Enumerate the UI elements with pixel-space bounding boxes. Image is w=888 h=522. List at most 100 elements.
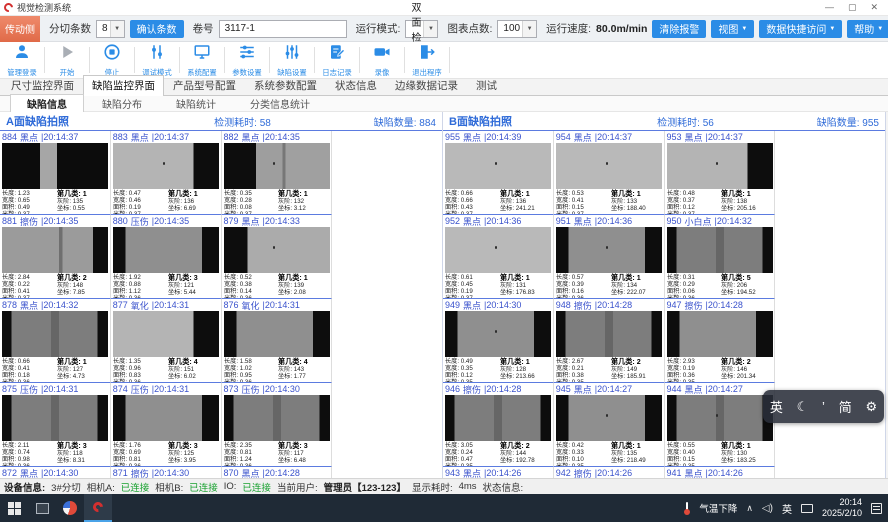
defect-settings-button[interactable]: 缺陷设置	[270, 42, 314, 78]
roll-no-input[interactable]	[219, 20, 347, 38]
task-view-button[interactable]	[28, 494, 56, 522]
record-video-button[interactable]: 录像	[360, 42, 404, 78]
defect-type: 小白点	[685, 215, 712, 228]
param-settings-button[interactable]: 参数设置	[225, 42, 269, 78]
defect-cell[interactable]: 949 黑点 |20:14:30 长度: 0.49 宽度: 0.35 面积: 0…	[443, 299, 554, 383]
exit-program-button[interactable]: 退出程序	[405, 42, 449, 78]
defect-cell[interactable]: 954 黑点 |20:14:37 长度: 0.53 宽度: 0.41 面积: 0…	[554, 131, 665, 215]
defect-cell[interactable]: 953 黑点 |20:14:37 长度: 0.48 宽度: 0.37 面积: 0…	[665, 131, 776, 215]
subtab-defect-stats[interactable]: 缺陷统计	[160, 95, 232, 112]
defect-cell[interactable]: 878 黑点 |20:14:32 长度: 0.66 宽度: 0.41 面积: 0…	[0, 299, 111, 383]
defect-image	[113, 227, 219, 273]
defect-cell[interactable]: 876 氧化 |20:14:31 长度: 1.58 宽度: 1.02 面积: 0…	[222, 299, 333, 383]
defect-cell[interactable]: 952 黑点 |20:14:36 长度: 0.61 宽度: 0.45 面积: 0…	[443, 215, 554, 299]
confirm-count-button[interactable]: 确认条数	[130, 20, 184, 38]
defect-type: 擦伤	[20, 215, 38, 228]
tab-size-monitor[interactable]: 尺寸监控界面	[2, 75, 83, 95]
ime-english-toggle[interactable]: 英	[770, 397, 783, 416]
stop-icon	[103, 43, 121, 66]
defect-cell[interactable]: 881 擦伤 |20:14:35 长度: 2.84 宽度: 0.22 面积: 0…	[0, 215, 111, 299]
defect-cell[interactable]: 883 黑点 |20:14:37 长度: 0.47 宽度: 0.46 面积: 0…	[111, 131, 222, 215]
camera-a-label: 相机A:	[87, 480, 115, 494]
defect-width: 宽度: 0.29	[667, 281, 719, 288]
defect-cell[interactable]: 947 擦伤 |20:14:28 长度: 2.93 宽度: 0.19 面积: 0…	[665, 299, 776, 383]
chevron-down-icon: ▼	[877, 26, 883, 32]
browser-taskbar-button[interactable]	[56, 494, 84, 522]
input-language-indicator[interactable]: 英	[782, 501, 792, 516]
tab-status-info[interactable]: 状态信息	[326, 75, 386, 95]
defect-id: 884	[2, 132, 17, 142]
defect-cell[interactable]: 879 黑点 |20:14:33 长度: 0.52 宽度: 0.38 面积: 0…	[222, 215, 333, 299]
log-record-button[interactable]: 日志记录	[315, 42, 359, 78]
exit-icon	[418, 43, 436, 66]
thermometer-icon[interactable]	[684, 502, 690, 515]
slit-count-select[interactable]: 8 ▼	[96, 20, 125, 38]
clear-alarm-button[interactable]: 清除报警	[652, 20, 706, 38]
data-shortcut-menu-button[interactable]: 数据快捷访问▼	[759, 20, 842, 38]
defect-type: 黑点	[463, 299, 481, 312]
close-button[interactable]: ✕	[870, 2, 878, 13]
taskbar-clock[interactable]: 20:14 2025/2/10	[822, 497, 862, 519]
weather-text[interactable]: 气温下降	[699, 501, 737, 515]
inspection-app-taskbar-button[interactable]	[84, 494, 112, 522]
tab-test[interactable]: 测试	[467, 75, 506, 95]
defect-class: 第几类: 3	[168, 442, 216, 450]
defect-length: 长度: 2.93	[667, 358, 719, 365]
notification-center-icon[interactable]	[871, 503, 882, 514]
defect-cell[interactable]: 955 黑点 |20:14:39 长度: 0.66 宽度: 0.66 面积: 0…	[443, 131, 554, 215]
defect-cell[interactable]: 877 氧化 |20:14:31 长度: 1.35 宽度: 0.96 面积: 0…	[111, 299, 222, 383]
subtab-class-info-stats[interactable]: 分类信息统计	[234, 95, 326, 112]
start-button[interactable]	[0, 494, 28, 522]
start-button[interactable]: 开始	[45, 42, 89, 78]
run-mode-select[interactable]: 双面检测 ▼	[405, 20, 438, 38]
tab-defect-monitor[interactable]: 缺陷监控界面	[83, 75, 164, 96]
debug-mode-button[interactable]: 调试模式	[135, 42, 179, 78]
defect-cell[interactable]: 880 压伤 |20:14:35 长度: 1.92 宽度: 0.88 面积: 1…	[111, 215, 222, 299]
defect-class: 第几类: 1	[721, 442, 769, 450]
defect-time: |20:14:28	[263, 468, 300, 478]
defect-cell[interactable]: 882 黑点 |20:14:35 长度: 0.35 宽度: 0.28 面积: 0…	[222, 131, 333, 215]
minimize-button[interactable]: —	[825, 2, 834, 13]
volume-icon[interactable]: ◁)	[762, 503, 773, 514]
defect-width: 宽度: 0.65	[2, 197, 54, 204]
chart-points-select[interactable]: 100 ▼	[497, 20, 537, 38]
maximize-button[interactable]: ▢	[848, 2, 857, 13]
stop-button[interactable]: 停止	[90, 42, 134, 78]
defect-cell[interactable]: 874 压伤 |20:14:31 长度: 1.76 宽度: 0.69 面积: 0…	[111, 383, 222, 467]
defect-cell[interactable]: 873 压伤 |20:14:30 长度: 2.35 宽度: 0.81 面积: 1…	[222, 383, 333, 467]
subtab-defect-distribution[interactable]: 缺陷分布	[86, 95, 158, 112]
ime-simplified-toggle[interactable]: 简	[839, 397, 852, 416]
view-menu-button[interactable]: 视图▼	[711, 20, 754, 38]
defect-image	[445, 311, 551, 357]
defect-image	[556, 395, 662, 441]
tab-product-model[interactable]: 产品型号配置	[164, 75, 245, 95]
defect-length: 长度: 2.11	[2, 442, 54, 449]
admin-login-button[interactable]: 管理登录	[0, 42, 44, 78]
person-icon	[13, 43, 31, 66]
tray-expander[interactable]: ∧	[746, 503, 753, 514]
defect-cell[interactable]: 948 擦伤 |20:14:28 长度: 2.67 宽度: 0.21 面积: 0…	[554, 299, 665, 383]
moon-icon[interactable]: ☾	[797, 399, 809, 415]
tab-edge-data[interactable]: 边缘数据记录	[386, 75, 467, 95]
defect-coordinate: 坐标: 4.73	[57, 374, 105, 381]
defect-coordinate: 坐标: 3.95	[168, 458, 216, 465]
system-config-button[interactable]: 系统配置	[180, 42, 224, 78]
panel-b: B面缺陷拍照 检测耗时: 56 缺陷数量: 955 955 黑点 |20:14:…	[443, 112, 886, 478]
defect-cell[interactable]: 951 黑点 |20:14:36 长度: 0.57 宽度: 0.39 面积: 0…	[554, 215, 665, 299]
defect-class: 第几类: 4	[168, 358, 216, 366]
keyboard-icon[interactable]	[801, 504, 813, 513]
defect-cell[interactable]: 944 黑点 |20:14:27 长度: 0.55 宽度: 0.40 面积: 0…	[665, 383, 776, 467]
defect-cell[interactable]: 946 擦伤 |20:14:28 长度: 3.05 宽度: 0.24 面积: 0…	[443, 383, 554, 467]
subtab-defect-info[interactable]: 缺陷信息	[10, 94, 84, 113]
defect-cell[interactable]: 884 黑点 |20:14:37 长度: 1.23 宽度: 0.65 面积: 0…	[0, 131, 111, 215]
tab-system-params[interactable]: 系统参数配置	[245, 75, 326, 95]
defect-cell[interactable]: 875 压伤 |20:14:31 长度: 2.11 宽度: 0.74 面积: 0…	[0, 383, 111, 467]
defect-cell[interactable]: 945 黑点 |20:14:27 长度: 0.42 宽度: 0.33 面积: 0…	[554, 383, 665, 467]
drive-side-button[interactable]: 传动侧	[0, 16, 40, 42]
defect-cell[interactable]: 950 小白点 |20:14:32 长度: 0.31 宽度: 0.29 面积: …	[665, 215, 776, 299]
help-menu-button[interactable]: 帮助▼	[847, 20, 888, 38]
gear-icon[interactable]: ⚙	[865, 399, 877, 415]
action-toolbar: 管理登录开始停止调试模式系统配置参数设置缺陷设置日志记录录像退出程序	[0, 42, 888, 79]
defect-length: 长度: 2.84	[2, 274, 54, 281]
ime-punctuation-toggle[interactable]: ’	[822, 399, 825, 414]
